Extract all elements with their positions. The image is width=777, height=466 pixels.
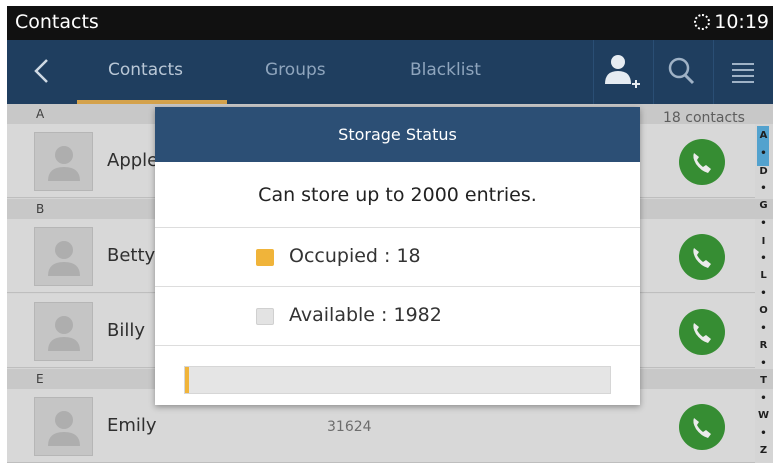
storage-usage-fill xyxy=(185,367,189,393)
add-contact-button[interactable] xyxy=(593,40,649,104)
available-row: Available : 1982 xyxy=(155,287,640,346)
back-icon[interactable] xyxy=(33,58,51,84)
storage-status-dialog: Storage Status Can store up to 2000 entr… xyxy=(155,107,640,405)
sync-icon xyxy=(694,14,711,30)
tab-blacklist[interactable]: Blacklist xyxy=(410,60,481,80)
action-bar: Contacts Groups Blacklist xyxy=(7,40,773,104)
storage-usage-bar xyxy=(184,366,611,394)
search-icon xyxy=(668,57,695,85)
occupied-label: Occupied : 18 xyxy=(289,245,421,267)
app-title: Contacts xyxy=(15,11,99,33)
status-right: 10:19 xyxy=(694,11,769,33)
dialog-message: Can store up to 2000 entries. xyxy=(155,162,640,228)
status-bar: Contacts 10:19 xyxy=(7,6,773,40)
app-window: Contacts 10:19 Contacts Groups Blacklist xyxy=(7,6,773,463)
dialog-title: Storage Status xyxy=(155,107,640,162)
clock: 10:19 xyxy=(714,11,769,33)
occupied-swatch xyxy=(256,249,274,266)
tab-groups[interactable]: Groups xyxy=(265,60,326,80)
menu-button[interactable] xyxy=(713,40,769,104)
add-contact-icon xyxy=(605,55,640,88)
tab-contacts[interactable]: Contacts xyxy=(108,60,183,80)
available-label: Available : 1982 xyxy=(289,304,442,326)
menu-icon xyxy=(732,63,754,83)
available-swatch xyxy=(256,308,274,325)
occupied-row: Occupied : 18 xyxy=(155,228,640,287)
search-button[interactable] xyxy=(653,40,709,104)
